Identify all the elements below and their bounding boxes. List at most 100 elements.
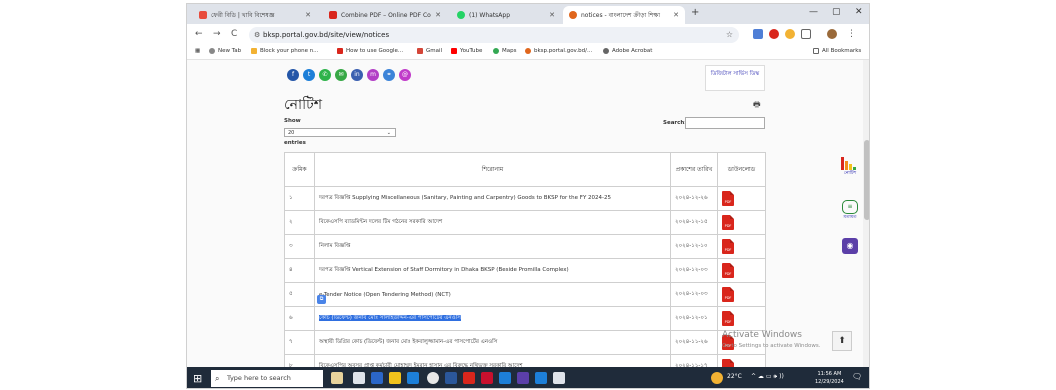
table-row: ১ দরপত্র বিজ্ঞপ্তি Supplying Miscellaneo… — [284, 186, 766, 211]
opera-icon[interactable] — [463, 372, 475, 384]
row-title-link[interactable]: দরপত্র বিজ্ঞপ্তি Supplying Miscellaneous… — [314, 186, 671, 211]
extension-icon[interactable] — [753, 29, 763, 39]
facebook-icon[interactable]: f — [287, 69, 299, 81]
bookmark-gmail[interactable]: Gmail — [417, 48, 442, 54]
pdf-icon[interactable]: PDF — [722, 359, 734, 367]
windows-start-icon[interactable]: ⊞ — [193, 372, 202, 385]
photos-icon[interactable] — [499, 372, 511, 384]
tab-4-active[interactable]: notices - বাংলাদেশ ক্রীড়া শিক্ষা ✕ — [563, 6, 685, 24]
notice-widget[interactable]: নোটিশ — [837, 156, 863, 177]
row-title-link[interactable]: নিলাম বিজ্ঞপ্তি — [314, 234, 671, 259]
bookmark-block-phone[interactable]: Block your phone n... — [251, 48, 318, 54]
accessibility-icon: ◉ — [842, 238, 858, 254]
site-info-icon[interactable]: ⚙ — [254, 27, 260, 43]
teams-icon[interactable] — [517, 372, 529, 384]
apps-grid-icon[interactable]: ▦ — [195, 48, 200, 54]
extensions-puzzle-icon[interactable] — [801, 29, 811, 39]
header-download[interactable]: ডাউনলোড — [717, 152, 766, 187]
row-title-link[interactable]: কোচ (ডিফেন্ট) জনাব মোঃ সালাহউদ্দিন-এর পা… — [314, 306, 671, 331]
pdf-icon[interactable]: PDF — [722, 239, 734, 254]
taskbar-clock[interactable]: 11:56 AM 12/29/2024 — [815, 370, 844, 386]
header-date[interactable]: প্রকাশের তারিখ — [670, 152, 718, 187]
sms-icon[interactable]: ✉ — [335, 69, 347, 81]
all-bookmarks-folder[interactable]: All Bookmarks — [813, 48, 861, 54]
close-icon[interactable]: ✕ — [673, 11, 679, 19]
back-button[interactable]: ← — [195, 29, 203, 39]
extension-icon[interactable] — [769, 29, 779, 39]
word-icon[interactable] — [445, 372, 457, 384]
email-share-icon[interactable]: @ — [399, 69, 411, 81]
tab-1[interactable]: ফেরী বিডি | খাবি বিশেষজ্ঞ ✕ — [193, 6, 317, 24]
bookmark-maps[interactable]: Maps — [493, 48, 516, 54]
tab-2[interactable]: Combine PDF – Online PDF Co ✕ — [323, 6, 447, 24]
bookmark-youtube[interactable]: YouTube — [451, 48, 482, 54]
star-icon[interactable]: ☆ — [726, 27, 733, 43]
twitter-icon[interactable]: t — [303, 69, 315, 81]
url-bar[interactable]: ⚙ bksp.portal.gov.bd/site/view/notices ☆ — [249, 27, 739, 43]
feedback-widget[interactable]: ≡ মতামত — [837, 200, 863, 221]
tab-3[interactable]: (1) WhatsApp ✕ — [451, 6, 561, 24]
reload-button[interactable]: C — [231, 29, 237, 39]
bookmark-adobe[interactable]: Adobe Acrobat — [603, 48, 652, 54]
print-icon[interactable]: 🖶 — [753, 99, 761, 113]
close-icon[interactable]: ✕ — [305, 11, 311, 19]
new-tab-button[interactable]: + — [691, 7, 699, 18]
row-title-link[interactable]: বিকেএসপির অবসর প্রাপ্ত কর্মচারী মোহাম্মদ… — [314, 354, 671, 367]
digital-service-box[interactable]: ডিজিটাল সার্ভিস ডিস্ক — [705, 65, 765, 91]
pdf-app-icon[interactable] — [481, 372, 493, 384]
scrollbar-thumb[interactable] — [864, 140, 869, 220]
table-row: ৪ দরপত্র বিজ্ঞপ্তি Vertical Extension of… — [284, 258, 766, 283]
search-input[interactable] — [685, 117, 765, 129]
tab-favicon — [329, 11, 337, 19]
pdf-icon[interactable]: PDF — [722, 215, 734, 230]
notification-icon[interactable]: 🗨 — [852, 372, 862, 381]
entries-select-value: 20 — [288, 130, 295, 136]
header-title[interactable]: শিরোনাম — [314, 152, 671, 187]
row-title-link[interactable]: দরপত্র বিজ্ঞপ্তি Vertical Extension of S… — [314, 258, 671, 283]
page-scrollbar[interactable] — [863, 60, 869, 367]
weather-temp[interactable]: 22°C — [727, 373, 742, 380]
close-icon[interactable]: ✕ — [549, 11, 555, 19]
file-explorer-icon[interactable] — [389, 372, 401, 384]
accessibility-widget[interactable]: ◉ — [837, 238, 863, 254]
row-title-link[interactable]: অস্থায়ী ডিগ্রির কোচ (ডিফেন্ট) জনাব মোঃ … — [314, 330, 671, 355]
row-download: PDF — [717, 186, 766, 211]
taskbar-search[interactable]: ⌕ Type here to search — [211, 370, 323, 387]
entries-select[interactable]: 20 ⌄ — [284, 128, 396, 137]
search-label: Search: — [663, 120, 687, 126]
menu-kebab-icon[interactable]: ⋮ — [847, 29, 856, 39]
header-serial[interactable]: ক্রমিক — [284, 152, 315, 187]
chrome-icon[interactable] — [427, 372, 439, 384]
row-title-link[interactable]: e-Tender Notice (Open Tendering Method) … — [314, 282, 671, 307]
window-close-button[interactable]: ✕ — [855, 7, 863, 17]
bookmark-google-howto[interactable]: How to use Google... — [337, 48, 403, 54]
minimize-button[interactable]: — — [809, 7, 818, 17]
pdf-icon[interactable]: PDF — [722, 311, 734, 326]
bookmark-new-tab[interactable]: New Tab — [209, 48, 241, 54]
whatsapp-share-icon[interactable]: ✆ — [319, 69, 331, 81]
row-title-link[interactable]: বিকেএসপি ব্যাডমিন্টন দলের টিম গঠনের সরকা… — [314, 210, 671, 235]
share-link-icon[interactable]: ⚭ — [383, 69, 395, 81]
system-tray-icons[interactable]: ^ ☁ ▭ 🕪 )) — [751, 373, 784, 381]
edge-icon[interactable] — [371, 372, 383, 384]
pdf-icon[interactable]: PDF — [722, 263, 734, 278]
pdf-icon[interactable]: PDF — [722, 191, 734, 206]
bookmark-bksp[interactable]: bksp.portal.gov.bd/... — [525, 48, 592, 54]
task-view-icon[interactable] — [353, 372, 365, 384]
scroll-to-top-button[interactable]: ⬆ — [832, 331, 852, 351]
store-icon[interactable] — [407, 372, 419, 384]
calculator-icon[interactable] — [553, 372, 565, 384]
linkedin-icon[interactable]: in — [351, 69, 363, 81]
settings-icon[interactable] — [535, 372, 547, 384]
copy-selection-icon[interactable]: ⧉ — [317, 295, 326, 304]
maximize-button[interactable]: ▢ — [832, 7, 841, 17]
profile-avatar[interactable] — [827, 29, 837, 39]
weather-icon[interactable] — [711, 372, 723, 384]
cortana-icon[interactable] — [331, 372, 343, 384]
messenger-icon[interactable]: m — [367, 69, 379, 81]
pdf-icon[interactable]: PDF — [722, 287, 734, 302]
forward-button[interactable]: → — [213, 29, 221, 39]
tab-label: (1) WhatsApp — [469, 11, 511, 19]
close-icon[interactable]: ✕ — [435, 11, 441, 19]
extension-icon[interactable] — [785, 29, 795, 39]
